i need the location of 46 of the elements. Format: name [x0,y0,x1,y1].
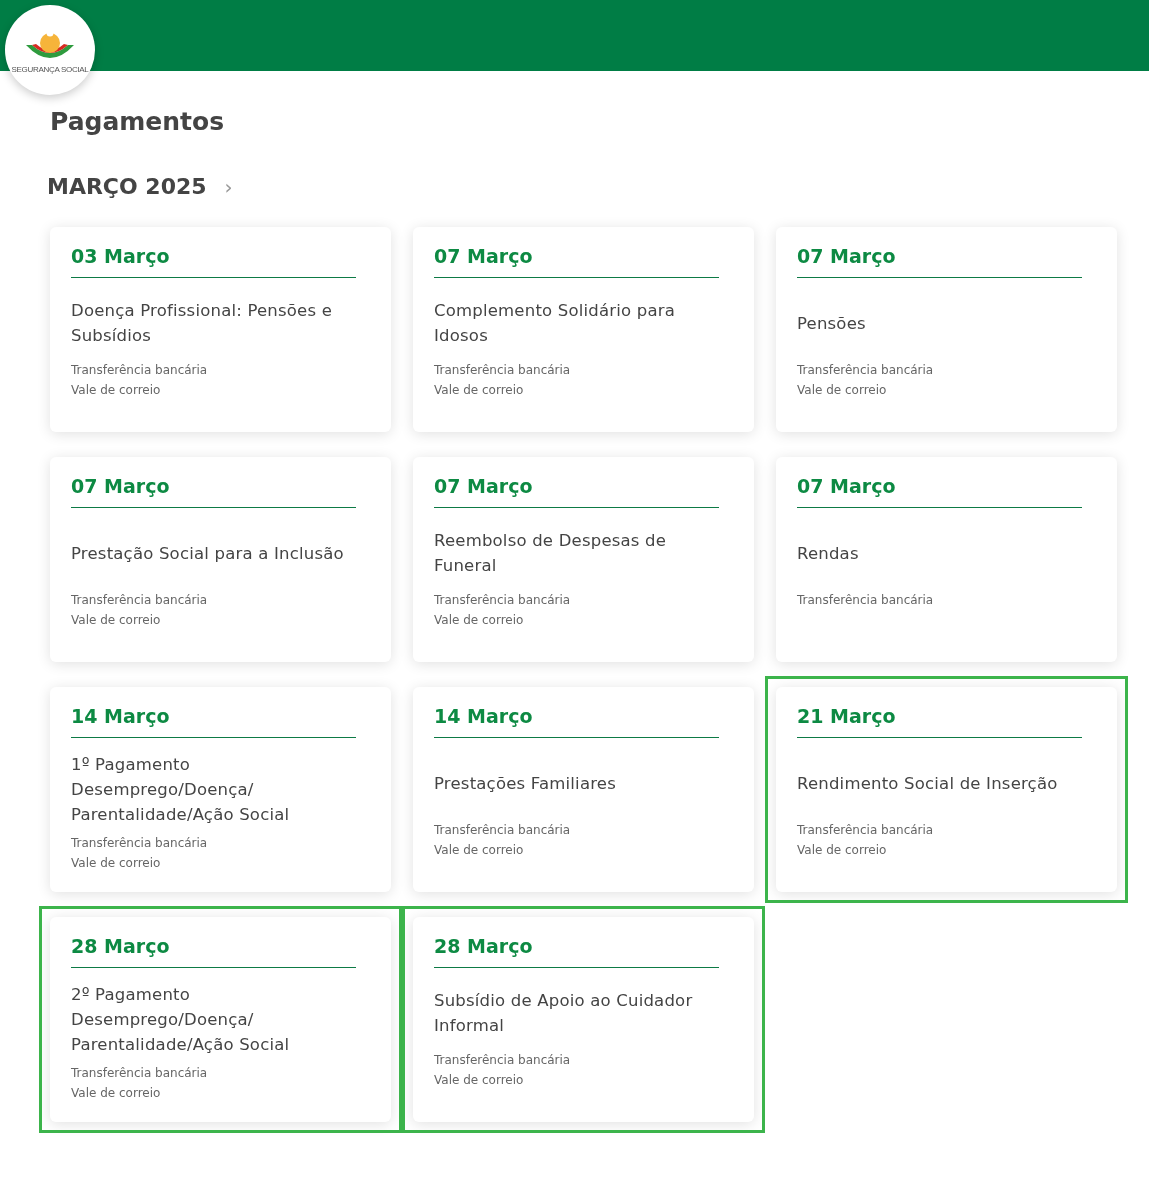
payment-method: Vale de correio [71,612,162,629]
payment-date: 07 Março [797,475,1082,508]
payment-date: 21 Março [797,705,1082,738]
payment-method: Transferência bancária [71,592,209,609]
payment-method: Transferência bancária [434,362,572,379]
payment-method: Vale de correio [71,382,162,399]
payment-title: Subsídio de Apoio ao Cuidador Informal [434,990,694,1037]
payment-method: Transferência bancária [797,362,935,379]
payment-method: Transferência bancária [434,1052,572,1069]
logo-text: SEGURANÇA SOCIAL [11,64,89,74]
payment-method: Transferência bancária [71,835,209,852]
payment-date: 14 Março [434,705,719,738]
payment-date: 28 Março [71,935,356,968]
payment-method: Vale de correio [797,842,888,859]
payment-method: Vale de correio [434,612,525,629]
payment-method: Transferência bancária [434,822,572,839]
payment-method: Vale de correio [434,1072,525,1089]
payment-title: 1º Pagamento Desemprego/Doença/ Parentalidade/Ação Social [71,754,291,826]
payment-method: Vale de correio [434,382,525,399]
payment-method: Transferência bancária [434,592,572,609]
payment-title: Reembolso de Despesas de Funeral [434,530,668,577]
payment-method: Transferência bancária [797,822,935,839]
payment-method: Vale de correio [71,1085,162,1102]
payment-method: Vale de correio [797,382,888,399]
payment-title: Complemento Solidário para Idosos [434,300,677,347]
month-label: MARÇO 2025 [47,174,207,199]
payment-title: Rendimento Social de Inserção [797,772,1059,795]
payment-title: Prestações Familiares [434,772,617,795]
payment-date: 14 Março [71,705,356,738]
payment-date: 07 Março [71,475,356,508]
payment-title: Pensões [797,312,867,335]
payment-method: Transferência bancária [71,362,209,379]
payment-method: Transferência bancária [71,1065,209,1082]
payment-method: Vale de correio [71,855,162,872]
payment-method: Transferência bancária [797,592,935,609]
payment-date: 07 Março [797,245,1082,278]
payment-title: Doença Profissional: Pensões e Subsídios [71,300,334,347]
payment-title: 2º Pagamento Desemprego/Doença/ Parentalidade/Ação Social [71,984,291,1056]
payment-method: Vale de correio [434,842,525,859]
page-title: Pagamentos [50,107,226,136]
payment-date: 07 Março [434,245,719,278]
payment-date: 03 Março [71,245,356,278]
payment-date: 28 Março [434,935,719,968]
payment-title: Prestação Social para a Inclusão [71,542,345,565]
payment-title: Rendas [797,542,860,565]
payment-date: 07 Março [434,475,719,508]
